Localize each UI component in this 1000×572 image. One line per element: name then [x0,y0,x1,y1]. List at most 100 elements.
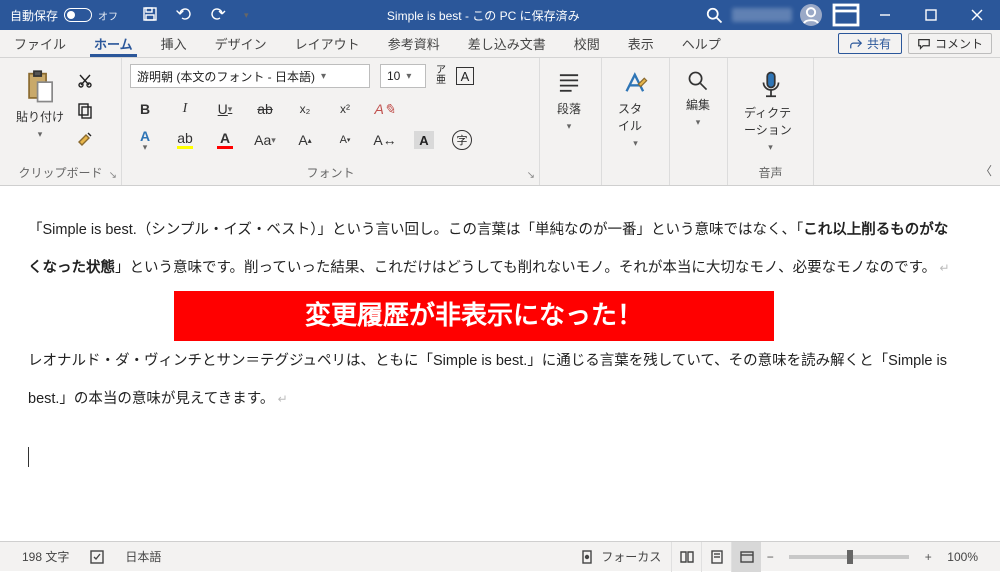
tab-review[interactable]: 校閲 [560,30,614,57]
share-label: 共有 [867,35,891,52]
word-count[interactable]: 198 文字 [12,548,79,565]
underline-glyph: U [218,101,228,117]
tab-layout[interactable]: レイアウト [281,30,374,57]
cut-icon[interactable] [76,72,94,93]
editing-label: 編集 [686,96,710,113]
zoom-level[interactable]: 100% [937,550,988,564]
format-painter-icon[interactable] [76,130,94,151]
group-styles: スタイル▾ [602,58,670,185]
text-run-bold: これ以上削るものがな [803,222,948,238]
clear-formatting-icon[interactable]: A✎ [374,100,396,118]
group-clipboard-label: クリップボード [8,161,113,185]
strikethrough-button[interactable]: ab [254,100,276,118]
undo-icon[interactable] [176,6,192,25]
paragraph-mark-icon: ↵ [936,261,949,275]
chevron-down-icon: ▾ [633,138,638,149]
tab-view[interactable]: 表示 [614,30,668,57]
change-case-button[interactable]: Aa▾ [254,131,276,149]
chevron-down-icon: ▾ [228,104,233,115]
document-body[interactable]: 「Simple is best.（シンプル・イズ・ベスト）」という言い回し。この… [0,186,1000,541]
tab-insert[interactable]: 挿入 [147,30,201,57]
maximize-button[interactable] [908,0,954,30]
autosave-label: 自動保存 [10,7,58,24]
styles-button[interactable]: スタイル▾ [610,64,661,155]
copy-icon[interactable] [76,101,94,122]
dialog-launcher-icon[interactable]: ↘ [109,170,117,181]
text-effects-button[interactable]: A▾ [134,131,156,149]
group-editing: 編集 ▾ [670,58,728,185]
share-button[interactable]: 共有 [838,33,902,54]
dictation-label: ディクテーション [744,104,797,138]
zoom-slider[interactable] [789,555,909,559]
paste-label: 貼り付け [16,108,64,125]
cursor-line [28,439,972,477]
character-shading-icon[interactable]: A [414,131,434,149]
account-area[interactable] [724,4,830,26]
focus-label: フォーカス [601,548,661,565]
comment-button[interactable]: コメント [908,33,992,54]
language[interactable]: 日本語 [115,548,171,565]
paragraph-1: 「Simple is best.（シンプル・イズ・ベスト）」という言い回し。この… [28,212,972,250]
user-name-blurred [732,8,792,22]
zoom-in-button[interactable]: + [919,550,937,564]
tab-design[interactable]: デザイン [201,30,281,57]
tab-home[interactable]: ホーム [80,30,147,57]
quick-access-toolbar: ▾ [128,6,263,25]
superscript-button[interactable]: x² [334,100,356,118]
chevron-down-icon: ▾ [406,71,411,82]
autosave-toggle[interactable]: 自動保存 オフ [0,7,128,24]
font-size-combo[interactable]: 10▾ [380,64,426,88]
chevron-down-icon: ▾ [696,117,701,128]
underline-button[interactable]: U ▾ [214,100,236,118]
paragraph-button[interactable]: 段落▾ [548,64,590,138]
qat-dropdown-icon[interactable]: ▾ [244,10,249,21]
chevron-down-icon: ▾ [271,135,276,146]
collapse-ribbon-icon[interactable]: 〈 [980,162,992,179]
paste-button[interactable]: 貼り付け ▾ [8,64,72,146]
proofing-icon[interactable] [79,549,115,565]
group-paragraph: 段落▾ [540,58,602,185]
autosave-state: オフ [98,8,118,23]
case-glyph: Aa [254,132,271,148]
avatar-icon [800,4,822,26]
chevron-down-icon: ▾ [143,143,148,152]
save-icon[interactable] [142,6,158,25]
editing-button[interactable]: 編集 ▾ [678,64,718,134]
focus-mode[interactable]: フォーカス [569,548,671,565]
phonetic-guide-icon[interactable]: ア亜 [436,66,446,86]
read-mode-icon[interactable] [671,542,701,572]
group-font: 游明朝 (本文のフォント - 日本語)▾ 10▾ ア亜 A B I U ▾ ab… [122,58,540,185]
document-title: Simple is best - この PC に保存済み [263,7,704,24]
highlight-button[interactable]: ab [174,131,196,149]
bold-button[interactable]: B [134,100,156,118]
font-color-button[interactable]: A [214,131,236,149]
shrink-font-icon[interactable]: A▾ [334,131,356,149]
enclose-characters-icon[interactable]: 字 [452,130,472,150]
chevron-down-icon: ▾ [567,121,572,132]
char-spacing-icon[interactable]: A↔ [374,131,396,149]
italic-button[interactable]: I [174,100,196,118]
ribbon-mode-icon[interactable] [830,0,862,31]
group-font-label: フォント [130,161,531,185]
tab-mailings[interactable]: 差し込み文書 [454,30,560,57]
subscript-button[interactable]: x₂ [294,100,316,118]
tab-help[interactable]: ヘルプ [668,30,735,57]
slider-thumb[interactable] [847,550,853,564]
close-button[interactable] [954,0,1000,30]
group-clipboard: 貼り付け ▾ クリップボード ↘ [0,58,122,185]
dictation-button[interactable]: ディクテーション▾ [736,64,805,159]
zoom-out-button[interactable]: − [761,550,779,564]
tab-file[interactable]: ファイル [0,30,80,57]
grow-font-icon[interactable]: A▴ [294,131,316,149]
comment-label: コメント [935,35,983,52]
character-border-icon[interactable]: A [456,67,474,85]
print-layout-icon[interactable] [701,542,731,572]
search-icon[interactable] [704,5,724,25]
title-bar: 自動保存 オフ ▾ Simple is best - この PC に保存済み [0,0,1000,30]
minimize-button[interactable] [862,0,908,30]
font-name-combo[interactable]: 游明朝 (本文のフォント - 日本語)▾ [130,64,370,88]
dialog-launcher-icon[interactable]: ↘ [527,170,535,181]
web-layout-icon[interactable] [731,542,761,572]
tab-references[interactable]: 参考資料 [374,30,454,57]
redo-icon[interactable] [210,6,226,25]
